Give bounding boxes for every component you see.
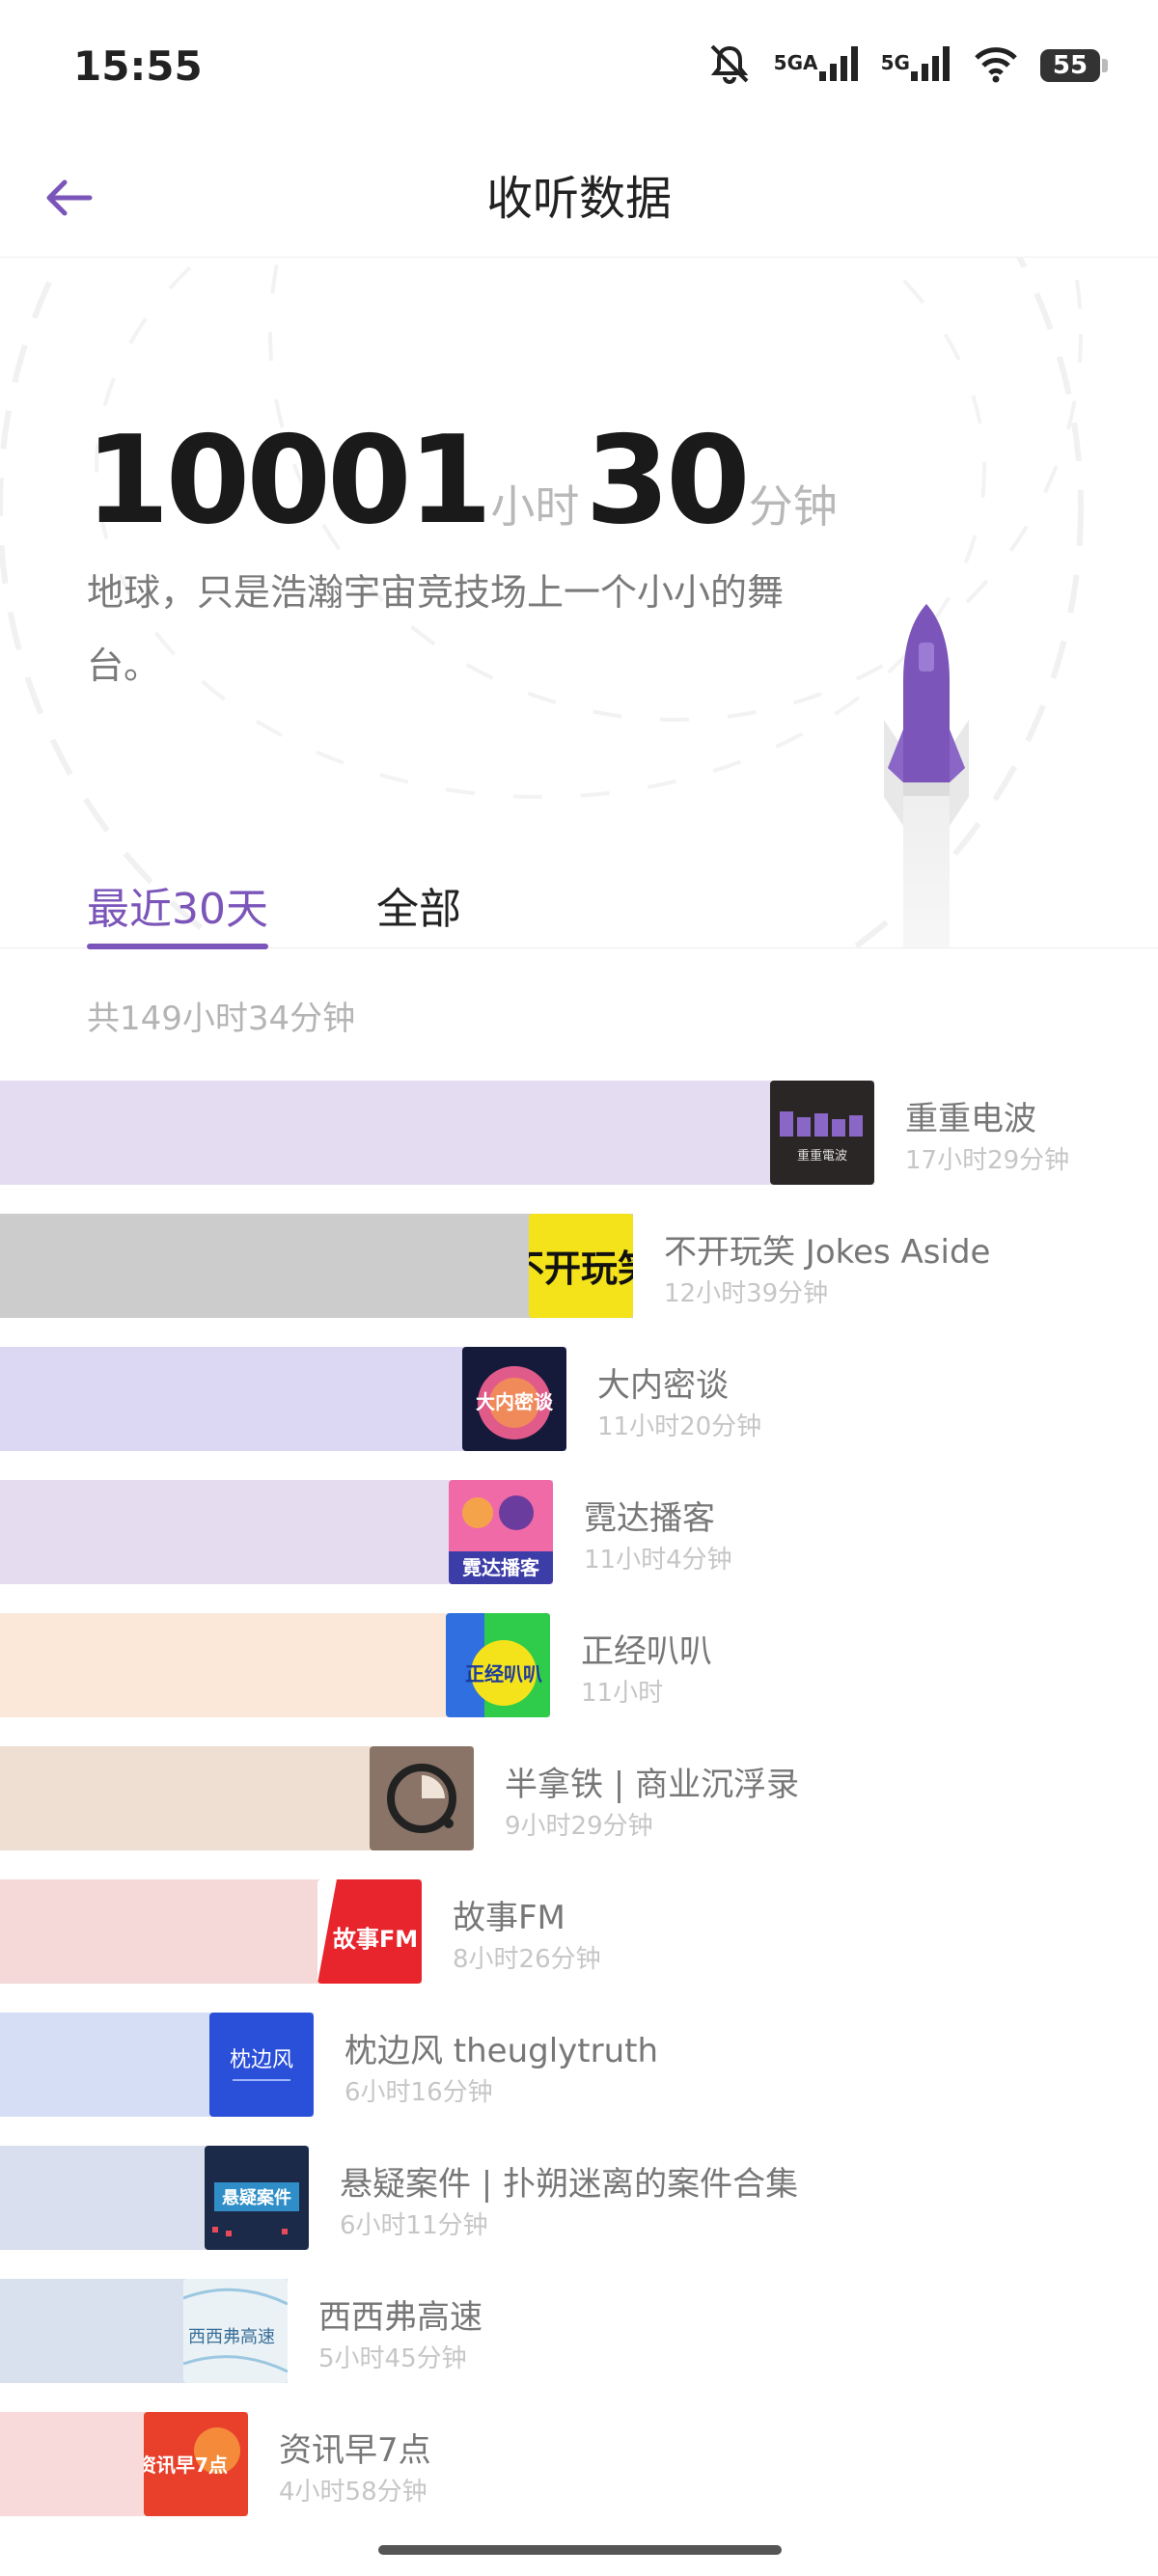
- svg-text:重重電波: 重重電波: [797, 1148, 847, 1164]
- hours-value: 10001: [85, 409, 492, 551]
- ranking-row[interactable]: 西西弗高速 西西弗高速 5小时45分钟: [0, 2279, 1158, 2383]
- podcast-duration: 11小时20分钟: [597, 1412, 762, 1441]
- signal-5ga-icon: 5GA: [774, 44, 860, 88]
- podcast-name: 大内密谈: [597, 1366, 729, 1405]
- ranking-row[interactable]: 枕边风 枕边风 theuglytruth 6小时16分钟: [0, 2013, 1158, 2117]
- podcast-duration: 6小时16分钟: [345, 2078, 493, 2107]
- ranking-row[interactable]: 半拿铁 | 商业沉浮录 9小时29分钟: [0, 1746, 1158, 1850]
- status-time: 15:55: [73, 42, 203, 90]
- svg-text:大内密谈: 大内密谈: [476, 1390, 554, 1413]
- svg-text:西西弗高速: 西西弗高速: [188, 2327, 275, 2347]
- svg-text:故事FM: 故事FM: [333, 1926, 418, 1953]
- podcast-name: 半拿铁 | 商业沉浮录: [505, 1766, 800, 1804]
- podcast-name: 正经叭叭: [581, 1632, 712, 1671]
- ranking-row[interactable]: 霓达播客 霓达播客 11小时4分钟: [0, 1480, 1158, 1584]
- svg-text:枕边风: 枕边风: [230, 2048, 293, 2072]
- podcast-name: 悬疑案件 | 扑朔迷离的案件合集: [340, 2165, 799, 2204]
- podcast-cover: 重重電波: [770, 1081, 874, 1185]
- app-header: 收听数据: [0, 135, 1158, 258]
- total-listening-time: 10001 小时 30 分钟: [85, 409, 843, 551]
- tab-all[interactable]: 全部: [376, 874, 461, 936]
- podcast-name: 资讯早7点: [279, 2431, 431, 2470]
- status-bar: 15:55 5GA 5G 55: [0, 0, 1158, 135]
- battery-icon: 55: [1040, 49, 1108, 82]
- podcast-name: 故事FM: [453, 1899, 565, 1937]
- ranking-row[interactable]: 正经叭叭 正经叭叭 11小时: [0, 1613, 1158, 1717]
- podcast-cover: 西西弗高速: [183, 2279, 288, 2383]
- podcast-duration: 11小时4分钟: [584, 1546, 732, 1575]
- podcast-cover: 枕边风: [209, 2013, 314, 2117]
- podcast-name: 重重电波: [905, 1100, 1036, 1138]
- podcast-duration: 5小时45分钟: [318, 2344, 467, 2373]
- podcast-cover: [370, 1746, 474, 1850]
- podcast-cover: 正经叭叭: [446, 1613, 550, 1717]
- podcast-duration: 17小时29分钟: [905, 1146, 1070, 1175]
- podcast-cover: 霓达播客: [449, 1480, 553, 1584]
- hours-unit: 小时: [490, 480, 580, 533]
- ranking-row[interactable]: 悬疑案件 悬疑案件 | 扑朔迷离的案件合集 6小时11分钟: [0, 2146, 1158, 2250]
- ranking-row[interactable]: 资讯早7点 资讯早7点 4小时58分钟: [0, 2412, 1158, 2516]
- podcast-duration: 9小时29分钟: [505, 1812, 653, 1841]
- podcast-cover: 故事FM: [317, 1879, 422, 1984]
- svg-text:资讯早7点: 资讯早7点: [144, 2453, 228, 2477]
- home-indicator[interactable]: [378, 2545, 782, 2555]
- hero-slogan: 地球，只是浩瀚宇宙竞技场上一个小小的舞台。: [87, 571, 785, 687]
- period-tabs: 最近30天 全部: [0, 868, 1158, 949]
- ranking-row[interactable]: 不开玩笑 不开玩笑 Jokes Aside 12小时39分钟: [0, 1214, 1158, 1318]
- tab-recent-30-days[interactable]: 最近30天: [87, 874, 268, 949]
- podcast-duration: 11小时: [581, 1679, 664, 1708]
- total-summary: 共149小时34分钟: [87, 1000, 356, 1038]
- podcast-cover: 不开玩笑: [529, 1214, 633, 1318]
- minutes-unit: 分钟: [748, 480, 838, 533]
- page-title: 收听数据: [485, 172, 672, 226]
- podcast-name: 不开玩笑 Jokes Aside: [664, 1233, 991, 1272]
- podcast-cover: 悬疑案件: [205, 2146, 309, 2250]
- ranking-row[interactable]: 大内密谈 大内密谈 11小时20分钟: [0, 1347, 1158, 1451]
- status-icons: 5GA 5G 55: [706, 42, 1108, 89]
- svg-text:正经叭叭: 正经叭叭: [465, 1662, 542, 1685]
- wifi-icon: [973, 44, 1019, 87]
- podcast-cover: 大内密谈: [462, 1347, 566, 1451]
- podcast-name: 枕边风 theuglytruth: [345, 2032, 659, 2070]
- podcast-name: 霓达播客: [584, 1499, 715, 1538]
- hero-section: 10001 小时 30 分钟 地球，只是浩瀚宇宙竞技场上一个小小的舞台。: [0, 257, 1158, 947]
- mute-bell-icon: [706, 42, 753, 89]
- podcast-duration: 8小时26分钟: [453, 1945, 601, 1974]
- duration-bar: [0, 1081, 874, 1185]
- signal-5g-icon: 5G: [881, 44, 951, 88]
- ranking-row[interactable]: 故事FM 故事FM 8小时26分钟: [0, 1879, 1158, 1984]
- svg-text:悬疑案件: 悬疑案件: [221, 2187, 291, 2208]
- podcast-name: 西西弗高速: [318, 2298, 482, 2337]
- ranking-row[interactable]: 重重電波 重重电波 17小时29分钟: [0, 1081, 1158, 1185]
- podcast-duration: 12小时39分钟: [664, 1279, 829, 1308]
- podcast-duration: 4小时58分钟: [279, 2478, 427, 2507]
- minutes-value: 30: [585, 409, 750, 551]
- svg-text:霓达播客: 霓达播客: [462, 1556, 540, 1579]
- svg-text:不开玩笑: 不开玩笑: [529, 1247, 633, 1290]
- podcast-duration: 6小时11分钟: [340, 2211, 488, 2240]
- podcast-cover: 资讯早7点: [144, 2412, 248, 2516]
